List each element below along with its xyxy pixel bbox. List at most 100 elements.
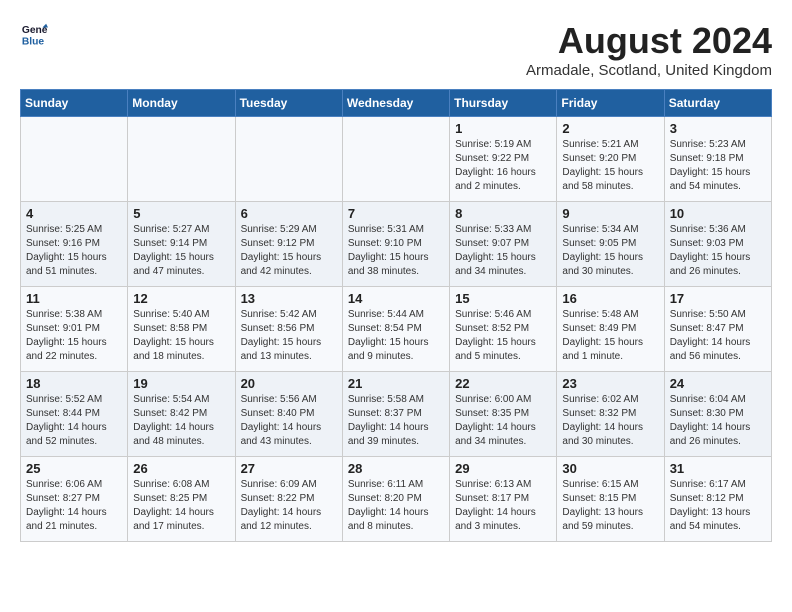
day-content: Sunrise: 6:09 AM Sunset: 8:22 PM Dayligh… [241,478,337,534]
day-content: Sunrise: 5:29 AM Sunset: 9:12 PM Dayligh… [241,223,337,279]
calendar-body: 1Sunrise: 5:19 AM Sunset: 9:22 PM Daylig… [21,117,772,542]
calendar-cell: 2 Sunrise: 5:21 AM Sunset: 9:20 PM Daylig… [557,117,664,202]
calendar-cell: 1Sunrise: 5:19 AM Sunset: 9:22 PM Daylig… [450,117,557,202]
day-number: 6 [241,206,337,221]
day-number: 22 [455,376,551,391]
day-content: Sunrise: 5:54 AM Sunset: 8:42 PM Dayligh… [133,393,229,449]
day-number: 26 [133,461,229,476]
day-number: 29 [455,461,551,476]
day-number: 2 [562,121,658,136]
day-content: Sunrise: 6:15 AM Sunset: 8:15 PM Dayligh… [562,478,658,534]
calendar-cell: 21 Sunrise: 5:58 AM Sunset: 8:37 PM Dayli… [342,372,449,457]
calendar-cell: 14 Sunrise: 5:44 AM Sunset: 8:54 PM Dayli… [342,287,449,372]
day-content: Sunrise: 5:33 AM Sunset: 9:07 PM Dayligh… [455,223,551,279]
weekday-header-row: SundayMondayTuesdayWednesdayThursdayFrid… [21,90,772,117]
calendar-week-row: 18Sunrise: 5:52 AM Sunset: 8:44 PM Dayli… [21,372,772,457]
day-content: Sunrise: 6:11 AM Sunset: 8:20 PM Dayligh… [348,478,444,534]
day-number: 5 [133,206,229,221]
day-number: 18 [26,376,122,391]
day-number: 17 [670,291,766,306]
calendar-cell: 22 Sunrise: 6:00 AM Sunset: 8:35 PM Dayli… [450,372,557,457]
day-content: Sunrise: 5:46 AM Sunset: 8:52 PM Dayligh… [455,308,551,364]
day-content: Sunrise: 5:56 AM Sunset: 8:40 PM Dayligh… [241,393,337,449]
day-content: Sunrise: 5:42 AM Sunset: 8:56 PM Dayligh… [241,308,337,364]
weekday-header-cell: Monday [128,90,235,117]
day-content: Sunrise: 5:48 AM Sunset: 8:49 PM Dayligh… [562,308,658,364]
weekday-header-cell: Wednesday [342,90,449,117]
day-content: Sunrise: 5:44 AM Sunset: 8:54 PM Dayligh… [348,308,444,364]
title-section: August 2024 Armadale, Scotland, United K… [526,20,772,79]
day-number: 3 [670,121,766,136]
calendar-cell [21,117,128,202]
day-number: 25 [26,461,122,476]
day-content: Sunrise: 5:21 AM Sunset: 9:20 PM Dayligh… [562,138,658,194]
calendar-cell: 29 Sunrise: 6:13 AM Sunset: 8:17 PM Dayli… [450,457,557,542]
day-number: 11 [26,291,122,306]
day-content: Sunrise: 6:02 AM Sunset: 8:32 PM Dayligh… [562,393,658,449]
day-number: 14 [348,291,444,306]
calendar-cell: 10 Sunrise: 5:36 AM Sunset: 9:03 PM Dayli… [664,202,771,287]
calendar-cell: 13 Sunrise: 5:42 AM Sunset: 8:56 PM Dayli… [235,287,342,372]
calendar-week-row: 1Sunrise: 5:19 AM Sunset: 9:22 PM Daylig… [21,117,772,202]
svg-text:Blue: Blue [22,36,45,47]
calendar-cell: 20 Sunrise: 5:56 AM Sunset: 8:40 PM Dayli… [235,372,342,457]
weekday-header-cell: Tuesday [235,90,342,117]
day-number: 23 [562,376,658,391]
calendar-cell: 26Sunrise: 6:08 AM Sunset: 8:25 PM Dayli… [128,457,235,542]
day-content: Sunrise: 5:23 AM Sunset: 9:18 PM Dayligh… [670,138,766,194]
logo: General Blue [20,20,48,48]
calendar-week-row: 4 Sunrise: 5:25 AM Sunset: 9:16 PM Daylig… [21,202,772,287]
day-content: Sunrise: 5:50 AM Sunset: 8:47 PM Dayligh… [670,308,766,364]
calendar-cell: 23 Sunrise: 6:02 AM Sunset: 8:32 PM Dayli… [557,372,664,457]
day-number: 10 [670,206,766,221]
weekday-header-cell: Thursday [450,90,557,117]
day-content: Sunrise: 6:17 AM Sunset: 8:12 PM Dayligh… [670,478,766,534]
day-number: 28 [348,461,444,476]
weekday-header-cell: Saturday [664,90,771,117]
day-number: 15 [455,291,551,306]
day-content: Sunrise: 6:04 AM Sunset: 8:30 PM Dayligh… [670,393,766,449]
calendar-cell: 8 Sunrise: 5:33 AM Sunset: 9:07 PM Daylig… [450,202,557,287]
calendar-cell [128,117,235,202]
day-number: 13 [241,291,337,306]
calendar-cell: 3 Sunrise: 5:23 AM Sunset: 9:18 PM Daylig… [664,117,771,202]
month-year-title: August 2024 [526,20,772,62]
day-number: 7 [348,206,444,221]
logo-icon: General Blue [20,20,48,48]
weekday-header-cell: Sunday [21,90,128,117]
calendar-cell: 19 Sunrise: 5:54 AM Sunset: 8:42 PM Dayli… [128,372,235,457]
day-content: Sunrise: 6:00 AM Sunset: 8:35 PM Dayligh… [455,393,551,449]
calendar-cell: 9Sunrise: 5:34 AM Sunset: 9:05 PM Daylig… [557,202,664,287]
day-number: 9 [562,206,658,221]
day-content: Sunrise: 5:40 AM Sunset: 8:58 PM Dayligh… [133,308,229,364]
day-number: 20 [241,376,337,391]
calendar-cell: 18Sunrise: 5:52 AM Sunset: 8:44 PM Dayli… [21,372,128,457]
calendar-week-row: 25Sunrise: 6:06 AM Sunset: 8:27 PM Dayli… [21,457,772,542]
calendar-cell: 30 Sunrise: 6:15 AM Sunset: 8:15 PM Dayli… [557,457,664,542]
calendar-cell: 4 Sunrise: 5:25 AM Sunset: 9:16 PM Daylig… [21,202,128,287]
day-number: 31 [670,461,766,476]
calendar-cell [342,117,449,202]
day-content: Sunrise: 5:58 AM Sunset: 8:37 PM Dayligh… [348,393,444,449]
day-number: 8 [455,206,551,221]
calendar-cell: 17 Sunrise: 5:50 AM Sunset: 8:47 PM Dayli… [664,287,771,372]
day-content: Sunrise: 5:19 AM Sunset: 9:22 PM Dayligh… [455,138,551,194]
calendar-cell: 27 Sunrise: 6:09 AM Sunset: 8:22 PM Dayli… [235,457,342,542]
calendar-cell: 24Sunrise: 6:04 AM Sunset: 8:30 PM Dayli… [664,372,771,457]
day-number: 27 [241,461,337,476]
day-number: 21 [348,376,444,391]
calendar-cell: 16Sunrise: 5:48 AM Sunset: 8:49 PM Dayli… [557,287,664,372]
weekday-header-cell: Friday [557,90,664,117]
calendar-cell: 5 Sunrise: 5:27 AM Sunset: 9:14 PM Daylig… [128,202,235,287]
day-content: Sunrise: 6:13 AM Sunset: 8:17 PM Dayligh… [455,478,551,534]
calendar-table: SundayMondayTuesdayWednesdayThursdayFrid… [20,89,772,542]
calendar-cell: 31 Sunrise: 6:17 AM Sunset: 8:12 PM Dayli… [664,457,771,542]
day-number: 19 [133,376,229,391]
calendar-cell: 11Sunrise: 5:38 AM Sunset: 9:01 PM Dayli… [21,287,128,372]
day-content: Sunrise: 5:36 AM Sunset: 9:03 PM Dayligh… [670,223,766,279]
day-number: 4 [26,206,122,221]
day-number: 30 [562,461,658,476]
day-content: Sunrise: 5:27 AM Sunset: 9:14 PM Dayligh… [133,223,229,279]
day-number: 12 [133,291,229,306]
day-content: Sunrise: 5:25 AM Sunset: 9:16 PM Dayligh… [26,223,122,279]
